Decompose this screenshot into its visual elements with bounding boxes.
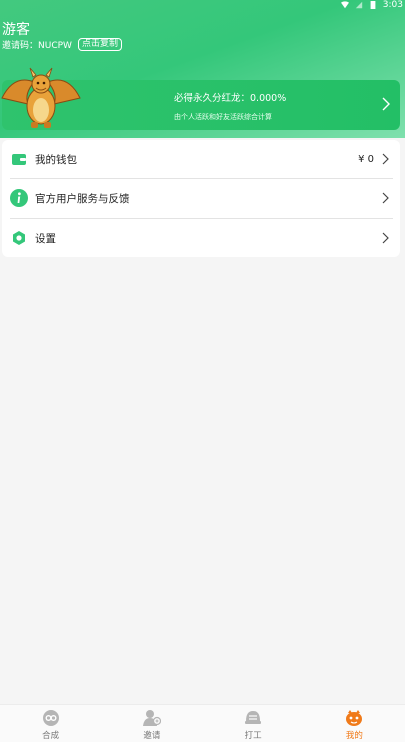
wallet-icon [12,154,26,165]
status-time: 3:03 [382,0,403,10]
wallet-balance: ¥ 0 [358,153,374,165]
settings-icon [13,231,25,245]
dividend-subtitle: 由个人活跃和好友活跃综合计算 [174,113,272,121]
settings-row[interactable]: 设置 [2,219,400,257]
tab-label: 邀请 [143,731,161,741]
tab-invite[interactable]: 邀请 [101,705,202,742]
invite-code-row: 邀请码：NUCPW 点击复制 [2,38,122,51]
status-bar: 3:03 [340,0,405,10]
profile-icon [346,710,363,726]
settings-label: 设置 [35,232,56,245]
feedback-label: 官方用户服务与反馈 [35,192,130,205]
chevron-right-icon [382,153,389,165]
tab-label: 打工 [244,731,262,741]
chevron-right-icon [382,192,389,204]
dragon-icon [1,67,81,128]
wallet-row[interactable]: 我的钱包 ¥ 0 [2,140,400,178]
wifi-icon [340,1,349,9]
merge-icon [42,710,59,726]
invite-icon [142,710,161,726]
signal-icon [355,1,362,9]
feedback-row[interactable]: 官方用户服务与反馈 [2,179,400,217]
chevron-right-icon [382,97,390,111]
bottom-tab-bar: 合成 邀请 打工 我的 [0,704,405,742]
dividend-title: 必得永久分红龙：0.000% [174,93,287,104]
tab-profile[interactable]: 我的 [304,705,405,742]
tab-label: 合成 [42,731,60,741]
chevron-right-icon [382,232,389,244]
tab-merge[interactable]: 合成 [0,705,101,742]
helmet-icon [245,711,262,724]
tab-work[interactable]: 打工 [203,705,304,742]
menu-card: 我的钱包 ¥ 0 官方用户服务与反馈 设置 [2,140,400,257]
info-icon [10,189,28,207]
battery-icon [370,1,376,9]
tab-label: 我的 [345,731,363,741]
wallet-label: 我的钱包 [35,153,77,166]
user-name: 游客 [2,22,30,38]
copy-invite-button[interactable]: 点击复制 [77,38,122,51]
invite-code: 邀请码：NUCPW [2,41,72,51]
